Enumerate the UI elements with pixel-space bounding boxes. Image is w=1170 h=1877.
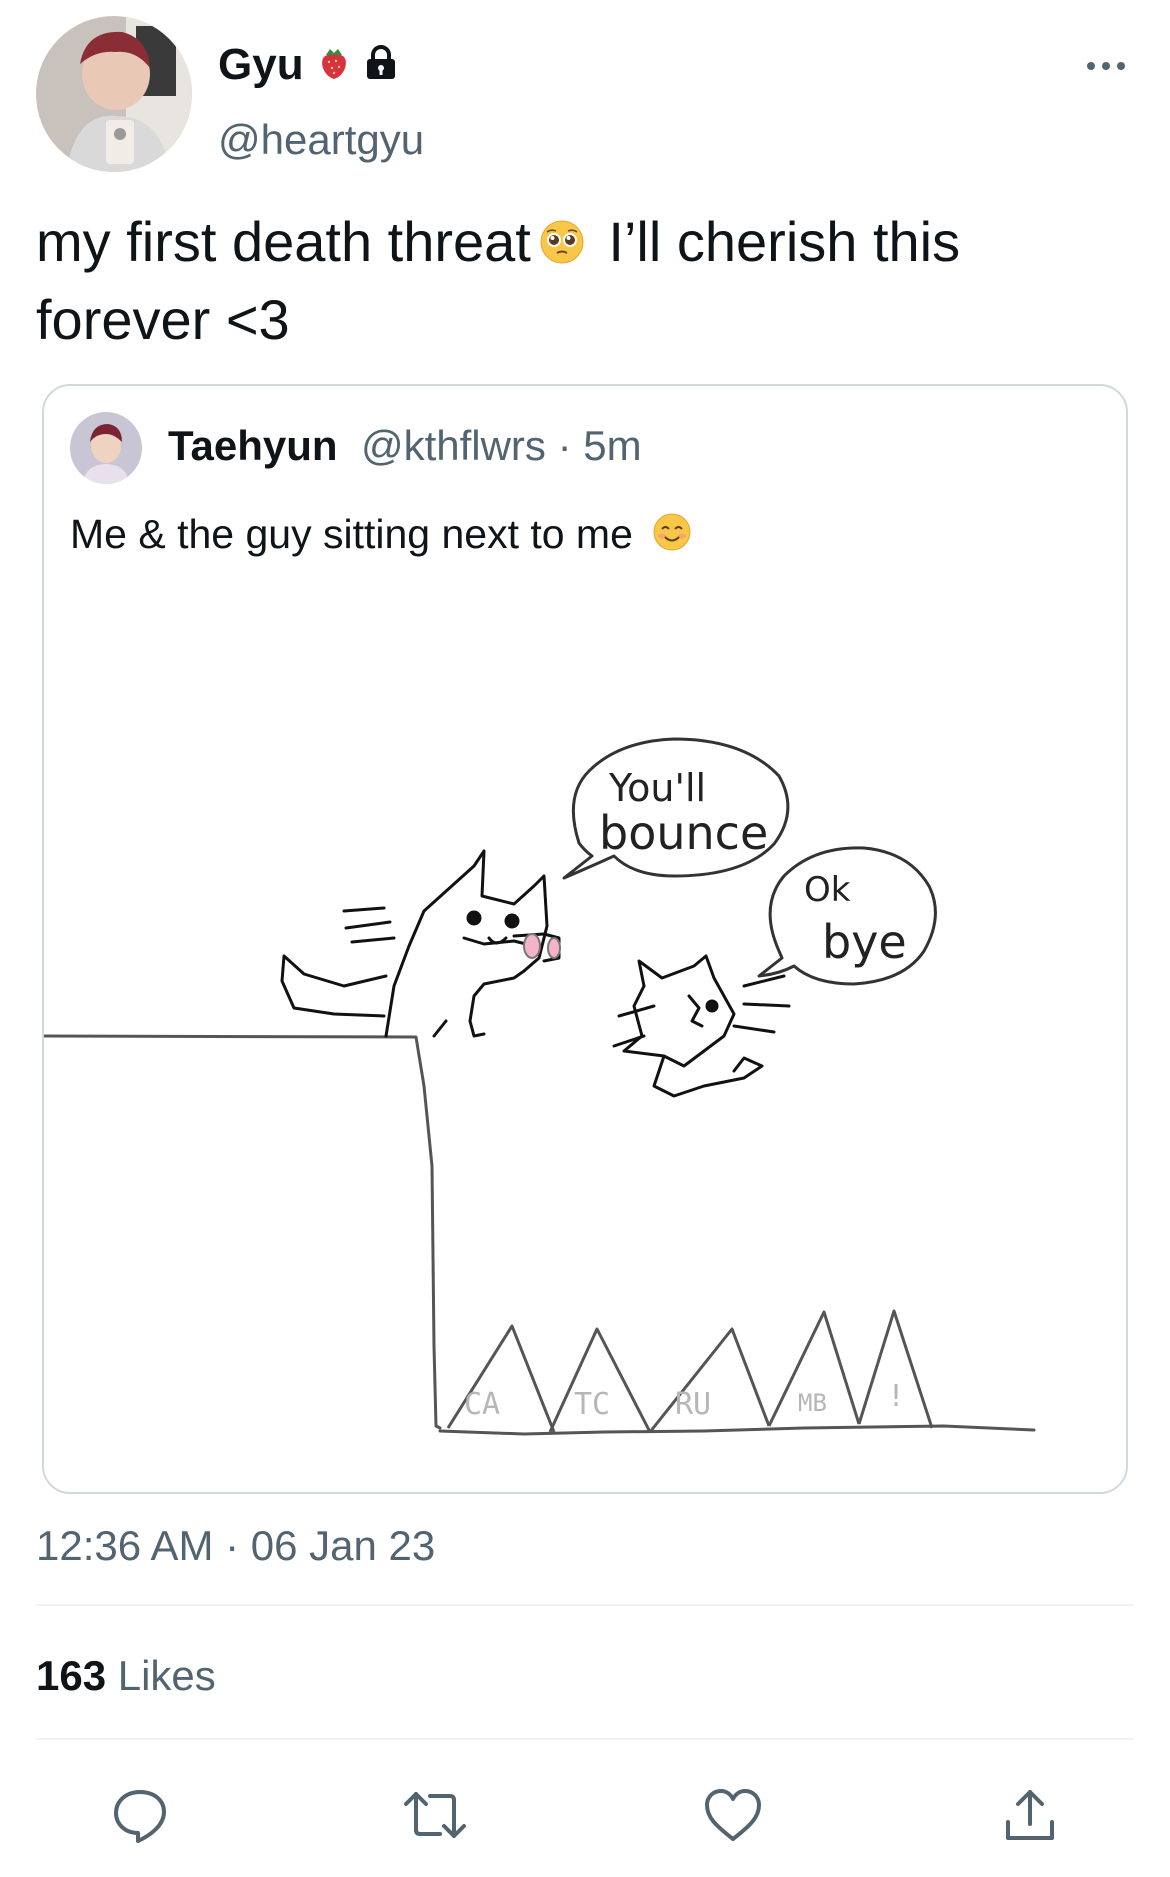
lock-icon [364, 44, 398, 86]
quoted-text-body: Me & the guy sitting next to me [70, 511, 633, 557]
quoted-meta: Taehyun @kthflwrs · 5m [168, 422, 642, 470]
quoted-separator: · [557, 422, 572, 469]
bubble2-line2: bye [822, 915, 907, 969]
spike-labels: CA TC RU MB ! [464, 1379, 905, 1422]
action-bar [0, 1780, 1170, 1850]
like-icon [705, 1789, 761, 1841]
spike-label-tc: TC [574, 1387, 610, 1422]
standing-cat [280, 849, 561, 1038]
bubble1-line1: You'll [608, 766, 706, 810]
retweet-icon [404, 1792, 466, 1838]
likes-count: 163 [36, 1652, 107, 1699]
divider-bottom [36, 1738, 1134, 1740]
bubble2-line1: Ok [804, 870, 851, 910]
quoted-author-avatar[interactable] [70, 412, 142, 484]
quoted-text: Me & the guy sitting next to me [70, 511, 700, 562]
author-display-name[interactable]: Gyu [218, 40, 304, 90]
more-options-button[interactable] [1076, 46, 1136, 86]
spike-label-ca: CA [464, 1387, 500, 1422]
bubble1-line2: bounce [599, 806, 768, 860]
tweet-header: Gyu @heartgyu [36, 16, 1136, 176]
tweet-timestamp[interactable]: 12:36 AM · 06 Jan 23 [36, 1522, 435, 1570]
cliff-ground [44, 1034, 1036, 1436]
doodle-drawing: CA TC RU MB ! You'll bounce Ok bye [44, 737, 1036, 1436]
share-button[interactable] [995, 1780, 1065, 1850]
more-dots-icon [1087, 62, 1125, 70]
quoted-handle[interactable]: @kthflwrs [361, 422, 546, 469]
pleading-face-icon [539, 209, 585, 283]
tweet-text-part1: my first death threat [36, 210, 531, 273]
like-button[interactable] [698, 1780, 768, 1850]
quoted-display-name[interactable]: Taehyun [168, 422, 338, 469]
spike-label-ru: RU [675, 1387, 711, 1422]
quoted-tweet-card[interactable]: Taehyun @kthflwrs · 5m Me & the guy sitt… [42, 384, 1128, 1494]
likes-summary[interactable]: 163 Likes [36, 1652, 216, 1700]
display-name-row: Gyu [218, 40, 398, 90]
spike-label-mb: MB [798, 1389, 827, 1417]
tweet-text: my first death threat I’ll cherish this … [36, 205, 1136, 357]
likes-label: Likes [106, 1652, 216, 1699]
share-icon [1006, 1790, 1054, 1840]
reply-icon [114, 1790, 166, 1843]
divider-top [36, 1604, 1134, 1606]
reply-button[interactable] [105, 1780, 175, 1850]
retweet-button[interactable] [400, 1780, 470, 1850]
quoted-time[interactable]: 5m [583, 422, 641, 469]
smiling-face-icon [652, 512, 692, 562]
author-avatar[interactable] [36, 16, 192, 172]
spike-label-bang: ! [887, 1379, 905, 1414]
author-handle[interactable]: @heartgyu [218, 116, 424, 164]
strawberry-icon [318, 45, 350, 86]
